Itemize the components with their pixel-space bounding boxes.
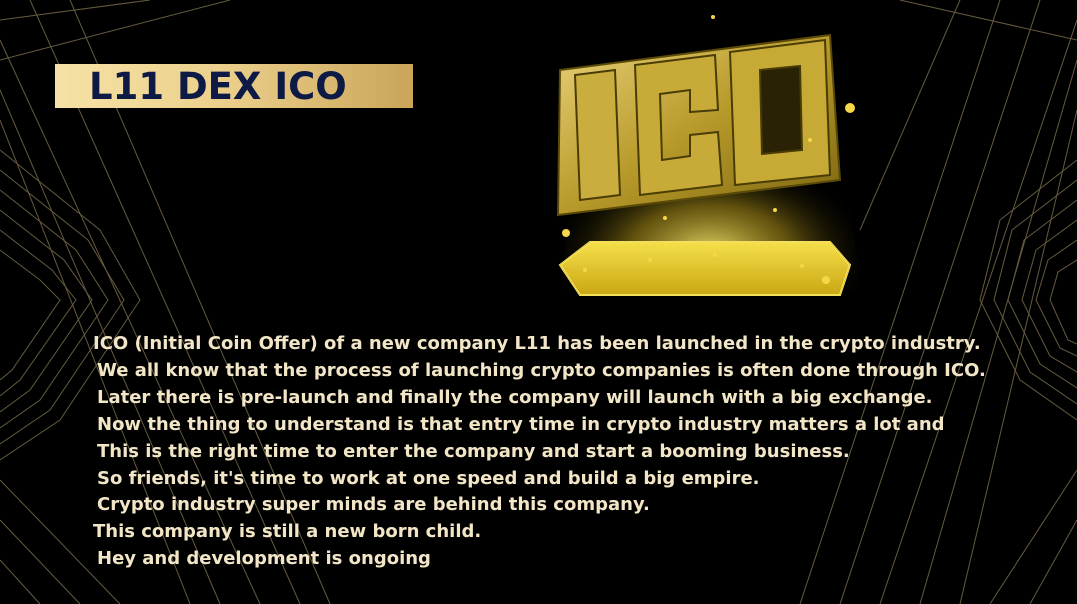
ico-description: ICO (Initial Coin Offer) of a new compan…	[93, 331, 986, 573]
text-line: Crypto industry super minds are behind t…	[97, 494, 650, 516]
text-line: This company is still a new born child.	[93, 521, 482, 543]
text-line: Later there is pre-launch and finally th…	[97, 386, 933, 408]
text-line: ICO (Initial Coin Offer) of a new compan…	[93, 333, 981, 354]
text-line: Now the thing to understand is that entr…	[97, 413, 945, 435]
text-line: We all know that the process of launchin…	[97, 359, 986, 381]
text-line: This is the right time to enter the comp…	[97, 440, 850, 462]
page-title: L11 DEX ICO	[89, 64, 347, 108]
title-banner: L11 DEX ICO	[55, 64, 413, 108]
text-line: So friends, it's time to work at one spe…	[97, 467, 760, 489]
text-line: Hey and development is ongoing	[97, 548, 431, 570]
ico-gold-logo-graphic	[556, 15, 860, 296]
